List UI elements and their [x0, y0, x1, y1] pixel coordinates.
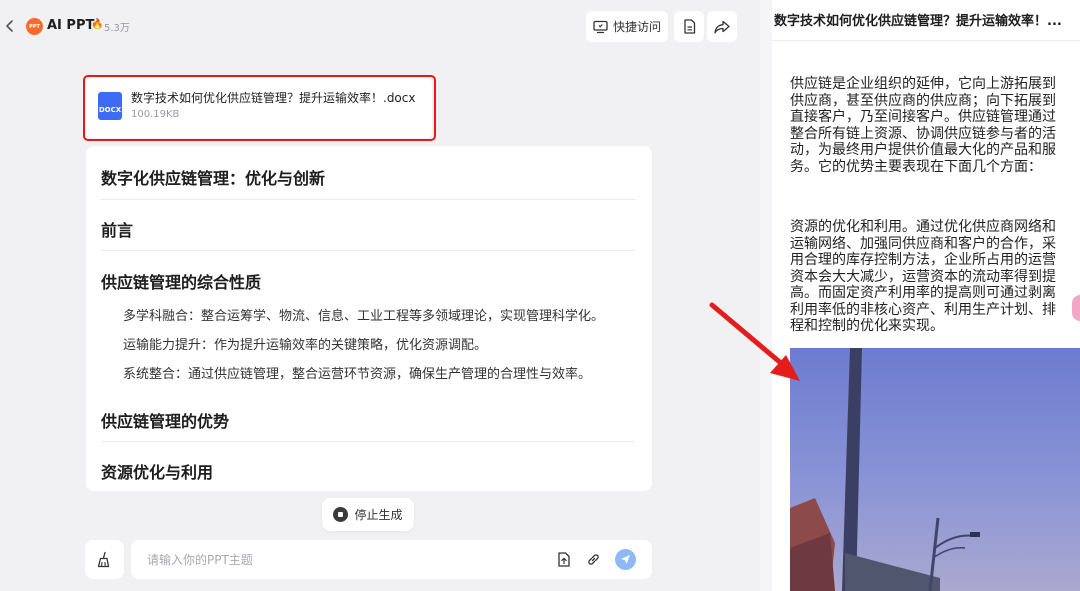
quick-access-label: 快捷访问	[612, 20, 661, 34]
stop-label: 停止生成	[354, 508, 403, 522]
outline-divider	[101, 250, 635, 251]
topic-input-box	[131, 540, 652, 579]
document-icon	[683, 19, 695, 34]
quick-access-button[interactable]: 快捷访问	[586, 11, 668, 42]
app-title: AI PPT	[47, 18, 95, 33]
stop-generation-button[interactable]: 停止生成	[322, 498, 414, 531]
send-icon	[621, 555, 630, 564]
outline-item: 系统整合：通过供应链管理，整合运营环节资源，确保生产管理的合理性与效率。	[123, 367, 592, 382]
document-paragraph: 供应链是企业组织的延伸，它向上游拓展到供应商，甚至供应商的供应商；向下拓展到直接…	[790, 76, 1056, 175]
upload-file-icon	[557, 552, 570, 567]
share-button[interactable]	[707, 11, 737, 42]
outline-title: 数字化供应链管理：优化与创新	[101, 169, 326, 188]
outline-section-heading: 供应链管理的优势	[101, 412, 230, 431]
broom-icon	[97, 551, 110, 568]
link-icon	[588, 554, 599, 565]
link-button[interactable]	[585, 551, 602, 568]
document-paragraph: 资源的优化和利用。通过优化供应商网络和运输网络、加强同供应商和客户的合作，采用合…	[790, 219, 1056, 334]
outline-section-heading: 资源优化与利用	[101, 463, 214, 482]
clear-button[interactable]	[85, 540, 124, 579]
document-header-divider	[772, 40, 1080, 41]
hot-count: 5.3万	[104, 23, 130, 34]
app-logo: PPT	[26, 18, 43, 35]
share-icon	[714, 20, 730, 33]
outline-item: 多学科融合：整合运筹学、物流、信息、工业工程等多领域理论，实现管理科学化。	[123, 309, 605, 324]
document-button[interactable]	[674, 11, 704, 42]
fire-icon: 🔥	[91, 19, 104, 30]
topic-input[interactable]	[147, 540, 527, 579]
upload-button[interactable]	[555, 551, 572, 568]
panel-divider[interactable]	[760, 0, 772, 591]
chat-panel: PPT AI PPT 🔥 5.3万 快捷访问 DOCX 数字技术如何优化供应链管…	[0, 0, 760, 591]
outline-divider	[101, 199, 635, 200]
outline-divider	[101, 441, 635, 442]
floating-assistant-button[interactable]	[1072, 295, 1080, 321]
top-bar: PPT AI PPT 🔥 5.3万 快捷访问	[0, 0, 760, 52]
stop-icon	[333, 507, 349, 522]
outline-panel: 数字化供应链管理：优化与创新 前言 供应链管理的综合性质 多学科融合：整合运筹学…	[86, 146, 652, 491]
outline-section-heading: 前言	[101, 221, 134, 240]
app-logo-text: PPT	[29, 23, 40, 30]
outline-item: 运输能力提升：作为提升运输效率的关键策略，优化资源调配。	[123, 338, 488, 353]
red-highlight-box	[83, 75, 436, 141]
document-photo	[790, 348, 1080, 591]
send-button[interactable]	[615, 549, 636, 570]
document-preview-panel: 数字技术如何优化供应链管理？提升运输效率！... 供应链是企业组织的延伸，它向上…	[772, 0, 1080, 591]
monitor-icon	[593, 20, 608, 33]
outline-section-heading: 供应链管理的综合性质	[101, 273, 262, 292]
back-arrow-icon[interactable]	[2, 17, 18, 35]
document-title: 数字技术如何优化供应链管理？提升运输效率！...	[774, 14, 1062, 29]
